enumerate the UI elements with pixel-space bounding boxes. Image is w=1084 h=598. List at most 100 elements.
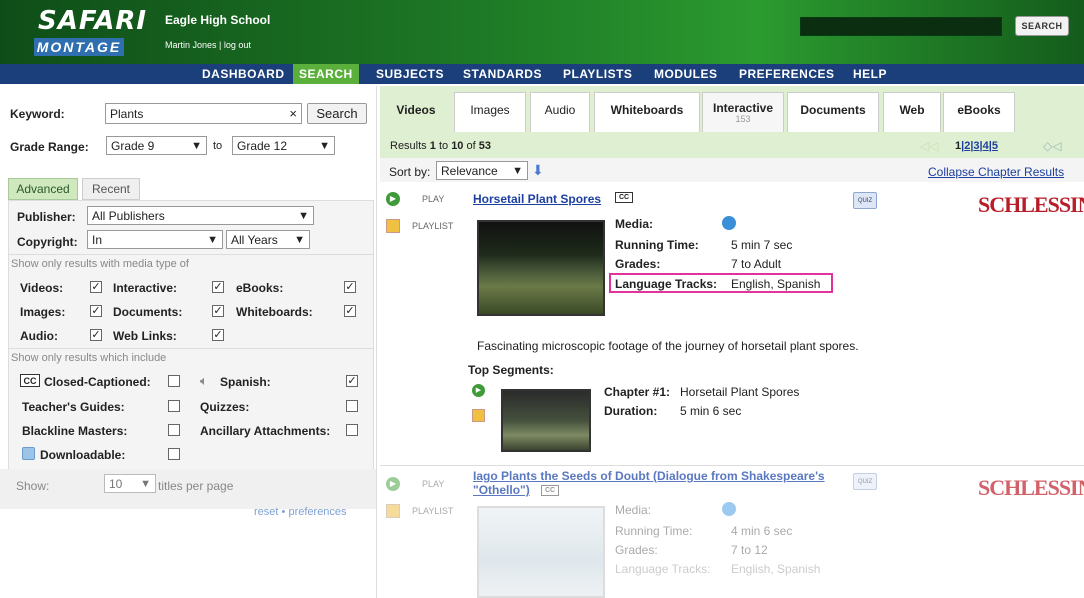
play-icon[interactable]: ▶: [386, 477, 400, 491]
play-label-2[interactable]: PLAY: [422, 479, 444, 489]
result-title-2-line1[interactable]: Iago Plants the Seeds of Doubt (Dialogue…: [473, 469, 825, 483]
duration-value: 5 min 6 sec: [680, 404, 742, 418]
grade-from-value: Grade 9: [111, 139, 155, 153]
running-time-value: 4 min 6 sec: [731, 524, 793, 538]
grade-to-value: Grade 12: [237, 139, 288, 153]
playlist-label[interactable]: PLAYLIST: [412, 221, 453, 231]
header-search-button[interactable]: SEARCH: [1015, 16, 1069, 36]
publisher-select[interactable]: All Publishers ▼: [87, 206, 314, 225]
keyword-value: Plants: [110, 107, 144, 121]
years-select[interactable]: All Years ▼: [226, 230, 310, 249]
clear-icon[interactable]: ×: [289, 104, 297, 124]
quiz-icon[interactable]: QUIZ: [853, 473, 877, 490]
audio-checkbox[interactable]: ✓: [90, 329, 102, 341]
nav-standards[interactable]: STANDARDS: [457, 64, 548, 84]
result-title-1[interactable]: Horsetail Plant Spores: [473, 192, 601, 206]
media-label-interactive: Interactive:: [113, 281, 178, 295]
videos-checkbox[interactable]: ✓: [90, 281, 102, 293]
tab-whiteboards[interactable]: Whiteboards: [594, 92, 700, 132]
nav-help[interactable]: HELP: [847, 64, 893, 84]
cc-checkbox[interactable]: [168, 375, 180, 387]
prev-page-icon[interactable]: ◁◁: [920, 139, 938, 153]
playlist-icon[interactable]: [386, 504, 400, 518]
running-time-label: Running Time:: [615, 238, 699, 252]
video-thumbnail[interactable]: [477, 506, 605, 598]
per-page-select[interactable]: 10 ▼: [104, 474, 156, 493]
tab-interactive[interactable]: Interactive 153: [702, 92, 784, 132]
school-name: Eagle High School: [165, 13, 271, 27]
blackline-checkbox[interactable]: [168, 424, 180, 436]
nav-preferences[interactable]: PREFERENCES: [733, 64, 841, 84]
keyword-input[interactable]: Plants ×: [105, 103, 302, 124]
grade-from-select[interactable]: Grade 9 ▼: [106, 136, 207, 155]
chevron-down-icon: ▼: [298, 210, 309, 222]
tab-documents[interactable]: Documents: [787, 92, 879, 132]
safari-logo[interactable]: SAFARI: [38, 6, 147, 36]
duration-label: Duration:: [604, 404, 658, 418]
tab-videos[interactable]: Videos: [384, 92, 448, 132]
play-label[interactable]: PLAY: [422, 194, 444, 204]
nav-subjects[interactable]: SUBJECTS: [370, 64, 450, 84]
video-media-icon: [722, 216, 736, 230]
language-tracks-label: Language Tracks:: [615, 277, 718, 291]
sort-value: Relevance: [441, 164, 498, 178]
segment-play-icon[interactable]: ▶: [472, 384, 485, 397]
ancillary-checkbox[interactable]: [346, 424, 358, 436]
grade-to-select[interactable]: Grade 12 ▼: [232, 136, 335, 155]
quizzes-checkbox[interactable]: [346, 400, 358, 412]
results-total: 53: [478, 140, 491, 152]
tab-advanced[interactable]: Advanced: [8, 178, 78, 200]
interactive-checkbox[interactable]: ✓: [212, 281, 224, 293]
sort-direction-icon[interactable]: ⬇: [532, 162, 544, 179]
nav-search[interactable]: SEARCH: [293, 64, 359, 84]
downloadable-checkbox[interactable]: [168, 448, 180, 460]
tab-audio[interactable]: Audio: [530, 92, 590, 132]
publisher-value: All Publishers: [92, 209, 165, 223]
nav-playlists[interactable]: PLAYLISTS: [557, 64, 638, 84]
sort-select[interactable]: Relevance ▼: [436, 161, 528, 180]
chapter-value: Horsetail Plant Spores: [680, 385, 800, 399]
speaker-icon: 🔈︎: [200, 373, 208, 388]
tab-ebooks[interactable]: eBooks: [943, 92, 1015, 132]
play-icon[interactable]: ▶: [386, 192, 400, 206]
ebooks-checkbox[interactable]: ✓: [344, 281, 356, 293]
page-5[interactable]: 5: [992, 140, 998, 152]
tab-web[interactable]: Web: [883, 92, 941, 132]
quiz-icon[interactable]: QUIZ: [853, 192, 877, 209]
media-label-videos: Videos:: [20, 281, 64, 295]
video-thumbnail[interactable]: [477, 220, 605, 316]
playlist-label-2[interactable]: PLAYLIST: [412, 506, 453, 516]
nav-dashboard[interactable]: DASHBOARD: [196, 64, 291, 84]
playlist-icon[interactable]: [386, 219, 400, 233]
running-time-value: 5 min 7 sec: [731, 238, 793, 252]
copyright-select[interactable]: In ▼: [87, 230, 223, 249]
tab-images[interactable]: Images: [454, 92, 526, 132]
reset-preferences: reset • preferences: [254, 506, 347, 518]
header-search-input[interactable]: [800, 17, 1002, 36]
reset-link[interactable]: reset: [254, 506, 278, 518]
next-page-icon[interactable]: ◇◁: [1043, 139, 1061, 153]
whiteboards-checkbox[interactable]: ✓: [344, 305, 356, 317]
segment-playlist-icon[interactable]: [472, 409, 485, 422]
weblinks-checkbox[interactable]: ✓: [212, 329, 224, 341]
include-label-guides: Teacher's Guides:: [22, 400, 125, 414]
nav-modules[interactable]: MODULES: [648, 64, 724, 84]
results-of-word: of: [466, 140, 476, 152]
documents-checkbox[interactable]: ✓: [212, 305, 224, 317]
images-checkbox[interactable]: ✓: [90, 305, 102, 317]
preferences-link[interactable]: preferences: [288, 506, 346, 518]
result-title-2-line2[interactable]: "Othello"): [473, 483, 825, 497]
search-button[interactable]: Search: [307, 103, 367, 124]
user-line: Martin Jones | log out: [165, 40, 251, 50]
collapse-chapter-link[interactable]: Collapse Chapter Results: [928, 165, 1064, 179]
grades-label: Grades:: [615, 257, 661, 271]
tab-recent[interactable]: Recent: [82, 178, 140, 200]
pagination: 1|2|3|4|5: [955, 140, 998, 152]
result-title-2[interactable]: Iago Plants the Seeds of Doubt (Dialogue…: [473, 469, 825, 497]
guides-checkbox[interactable]: [168, 400, 180, 412]
main-nav: DASHBOARD SEARCH SUBJECTS STANDARDS PLAY…: [0, 64, 1084, 84]
montage-logo[interactable]: MONTAGE: [34, 38, 124, 56]
segment-thumbnail[interactable]: [501, 389, 591, 452]
spanish-checkbox[interactable]: ✓: [346, 375, 358, 387]
logout-link[interactable]: log out: [224, 40, 251, 50]
